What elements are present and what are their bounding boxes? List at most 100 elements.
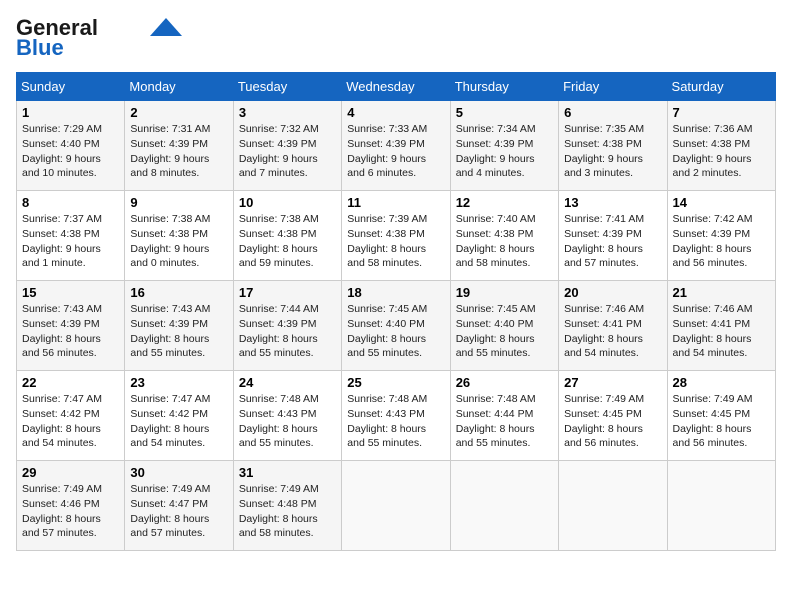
day-number: 27 bbox=[564, 375, 661, 390]
calendar-day-cell: 17 Sunrise: 7:44 AM Sunset: 4:39 PM Dayli… bbox=[233, 281, 341, 371]
day-info: Sunrise: 7:29 AM Sunset: 4:40 PM Dayligh… bbox=[22, 122, 119, 181]
day-info: Sunrise: 7:49 AM Sunset: 4:45 PM Dayligh… bbox=[564, 392, 661, 451]
calendar-day-cell: 18Sunrise: 7:45 AM Sunset: 4:40 PM Dayli… bbox=[342, 281, 450, 371]
calendar-day-cell bbox=[342, 461, 450, 551]
calendar-day-cell: 22Sunrise: 7:47 AM Sunset: 4:42 PM Dayli… bbox=[17, 371, 125, 461]
calendar-day-cell: 4 Sunrise: 7:33 AM Sunset: 4:39 PM Daylig… bbox=[342, 101, 450, 191]
day-info: Sunrise: 7:33 AM Sunset: 4:39 PM Dayligh… bbox=[347, 122, 444, 181]
calendar-body: 1 Sunrise: 7:29 AM Sunset: 4:40 PM Daylig… bbox=[17, 101, 776, 551]
logo-blue: Blue bbox=[16, 36, 64, 60]
calendar-day-cell: 16Sunrise: 7:43 AM Sunset: 4:39 PM Dayli… bbox=[125, 281, 233, 371]
day-info: Sunrise: 7:49 AM Sunset: 4:45 PM Dayligh… bbox=[673, 392, 770, 451]
calendar-day-cell: 20 Sunrise: 7:46 AM Sunset: 4:41 PM Dayli… bbox=[559, 281, 667, 371]
calendar-day-cell: 2 Sunrise: 7:31 AM Sunset: 4:39 PM Daylig… bbox=[125, 101, 233, 191]
calendar-week-row: 8Sunrise: 7:37 AM Sunset: 4:38 PM Daylig… bbox=[17, 191, 776, 281]
day-info: Sunrise: 7:46 AM Sunset: 4:41 PM Dayligh… bbox=[564, 302, 661, 361]
calendar-day-cell: 15 Sunrise: 7:43 AM Sunset: 4:39 PM Dayli… bbox=[17, 281, 125, 371]
day-info: Sunrise: 7:49 AM Sunset: 4:48 PM Dayligh… bbox=[239, 482, 336, 541]
calendar-day-cell bbox=[559, 461, 667, 551]
day-number: 26 bbox=[456, 375, 553, 390]
day-number: 14 bbox=[673, 195, 770, 210]
calendar-day-cell: 28Sunrise: 7:49 AM Sunset: 4:45 PM Dayli… bbox=[667, 371, 775, 461]
day-info: Sunrise: 7:41 AM Sunset: 4:39 PM Dayligh… bbox=[564, 212, 661, 271]
calendar-day-cell bbox=[450, 461, 558, 551]
dow-header: Friday bbox=[559, 73, 667, 101]
day-info: Sunrise: 7:42 AM Sunset: 4:39 PM Dayligh… bbox=[673, 212, 770, 271]
day-info: Sunrise: 7:36 AM Sunset: 4:38 PM Dayligh… bbox=[673, 122, 770, 181]
calendar-day-cell: 27 Sunrise: 7:49 AM Sunset: 4:45 PM Dayli… bbox=[559, 371, 667, 461]
calendar-day-cell: 3 Sunrise: 7:32 AM Sunset: 4:39 PM Daylig… bbox=[233, 101, 341, 191]
calendar-day-cell: 23 Sunrise: 7:47 AM Sunset: 4:42 PM Dayli… bbox=[125, 371, 233, 461]
calendar-day-cell: 6 Sunrise: 7:35 AM Sunset: 4:38 PM Daylig… bbox=[559, 101, 667, 191]
calendar-day-cell: 11 Sunrise: 7:39 AM Sunset: 4:38 PM Dayli… bbox=[342, 191, 450, 281]
day-number: 11 bbox=[347, 195, 444, 210]
day-info: Sunrise: 7:48 AM Sunset: 4:44 PM Dayligh… bbox=[456, 392, 553, 451]
day-info: Sunrise: 7:32 AM Sunset: 4:39 PM Dayligh… bbox=[239, 122, 336, 181]
calendar-day-cell: 10 Sunrise: 7:38 AM Sunset: 4:38 PM Dayli… bbox=[233, 191, 341, 281]
day-info: Sunrise: 7:39 AM Sunset: 4:38 PM Dayligh… bbox=[347, 212, 444, 271]
day-number: 24 bbox=[239, 375, 336, 390]
day-number: 9 bbox=[130, 195, 227, 210]
calendar-day-cell: 12 Sunrise: 7:40 AM Sunset: 4:38 PM Dayli… bbox=[450, 191, 558, 281]
day-info: Sunrise: 7:49 AM Sunset: 4:47 PM Dayligh… bbox=[130, 482, 227, 541]
day-number: 1 bbox=[22, 105, 119, 120]
dow-header: Tuesday bbox=[233, 73, 341, 101]
day-number: 20 bbox=[564, 285, 661, 300]
calendar-day-cell: 31 Sunrise: 7:49 AM Sunset: 4:48 PM Dayli… bbox=[233, 461, 341, 551]
day-info: Sunrise: 7:35 AM Sunset: 4:38 PM Dayligh… bbox=[564, 122, 661, 181]
day-info: Sunrise: 7:34 AM Sunset: 4:39 PM Dayligh… bbox=[456, 122, 553, 181]
day-number: 4 bbox=[347, 105, 444, 120]
day-number: 3 bbox=[239, 105, 336, 120]
day-info: Sunrise: 7:44 AM Sunset: 4:39 PM Dayligh… bbox=[239, 302, 336, 361]
day-number: 30 bbox=[130, 465, 227, 480]
day-info: Sunrise: 7:48 AM Sunset: 4:43 PM Dayligh… bbox=[347, 392, 444, 451]
calendar-week-row: 15 Sunrise: 7:43 AM Sunset: 4:39 PM Dayli… bbox=[17, 281, 776, 371]
calendar-day-cell: 30 Sunrise: 7:49 AM Sunset: 4:47 PM Dayli… bbox=[125, 461, 233, 551]
day-info: Sunrise: 7:48 AM Sunset: 4:43 PM Dayligh… bbox=[239, 392, 336, 451]
calendar-day-cell: 29Sunrise: 7:49 AM Sunset: 4:46 PM Dayli… bbox=[17, 461, 125, 551]
day-number: 15 bbox=[22, 285, 119, 300]
calendar-day-cell: 21 Sunrise: 7:46 AM Sunset: 4:41 PM Dayli… bbox=[667, 281, 775, 371]
day-number: 13 bbox=[564, 195, 661, 210]
day-number: 6 bbox=[564, 105, 661, 120]
day-info: Sunrise: 7:31 AM Sunset: 4:39 PM Dayligh… bbox=[130, 122, 227, 181]
day-number: 29 bbox=[22, 465, 119, 480]
calendar-day-cell: 19Sunrise: 7:45 AM Sunset: 4:40 PM Dayli… bbox=[450, 281, 558, 371]
day-number: 12 bbox=[456, 195, 553, 210]
dow-header: Wednesday bbox=[342, 73, 450, 101]
day-number: 2 bbox=[130, 105, 227, 120]
day-info: Sunrise: 7:43 AM Sunset: 4:39 PM Dayligh… bbox=[22, 302, 119, 361]
logo-icon bbox=[150, 18, 182, 36]
page-header: General Blue bbox=[16, 16, 776, 60]
day-number: 17 bbox=[239, 285, 336, 300]
day-info: Sunrise: 7:46 AM Sunset: 4:41 PM Dayligh… bbox=[673, 302, 770, 361]
day-number: 19 bbox=[456, 285, 553, 300]
calendar-day-cell: 26 Sunrise: 7:48 AM Sunset: 4:44 PM Dayli… bbox=[450, 371, 558, 461]
calendar-day-cell: 13 Sunrise: 7:41 AM Sunset: 4:39 PM Dayli… bbox=[559, 191, 667, 281]
calendar-day-cell: 8Sunrise: 7:37 AM Sunset: 4:38 PM Daylig… bbox=[17, 191, 125, 281]
dow-header: Thursday bbox=[450, 73, 558, 101]
day-info: Sunrise: 7:37 AM Sunset: 4:38 PM Dayligh… bbox=[22, 212, 119, 271]
day-number: 7 bbox=[673, 105, 770, 120]
day-info: Sunrise: 7:40 AM Sunset: 4:38 PM Dayligh… bbox=[456, 212, 553, 271]
calendar-day-cell: 7 Sunrise: 7:36 AM Sunset: 4:38 PM Daylig… bbox=[667, 101, 775, 191]
day-number: 21 bbox=[673, 285, 770, 300]
day-number: 16 bbox=[130, 285, 227, 300]
dow-header: Monday bbox=[125, 73, 233, 101]
day-number: 25 bbox=[347, 375, 444, 390]
day-number: 23 bbox=[130, 375, 227, 390]
day-info: Sunrise: 7:47 AM Sunset: 4:42 PM Dayligh… bbox=[130, 392, 227, 451]
dow-header: Saturday bbox=[667, 73, 775, 101]
calendar-day-cell: 25 Sunrise: 7:48 AM Sunset: 4:43 PM Dayli… bbox=[342, 371, 450, 461]
day-info: Sunrise: 7:38 AM Sunset: 4:38 PM Dayligh… bbox=[239, 212, 336, 271]
calendar-day-cell: 5Sunrise: 7:34 AM Sunset: 4:39 PM Daylig… bbox=[450, 101, 558, 191]
day-number: 10 bbox=[239, 195, 336, 210]
calendar-week-row: 22Sunrise: 7:47 AM Sunset: 4:42 PM Dayli… bbox=[17, 371, 776, 461]
day-info: Sunrise: 7:45 AM Sunset: 4:40 PM Dayligh… bbox=[347, 302, 444, 361]
calendar-day-cell bbox=[667, 461, 775, 551]
day-number: 31 bbox=[239, 465, 336, 480]
day-info: Sunrise: 7:38 AM Sunset: 4:38 PM Dayligh… bbox=[130, 212, 227, 271]
calendar-table: SundayMondayTuesdayWednesdayThursdayFrid… bbox=[16, 72, 776, 551]
calendar-day-cell: 14 Sunrise: 7:42 AM Sunset: 4:39 PM Dayli… bbox=[667, 191, 775, 281]
logo: General Blue bbox=[16, 16, 182, 60]
